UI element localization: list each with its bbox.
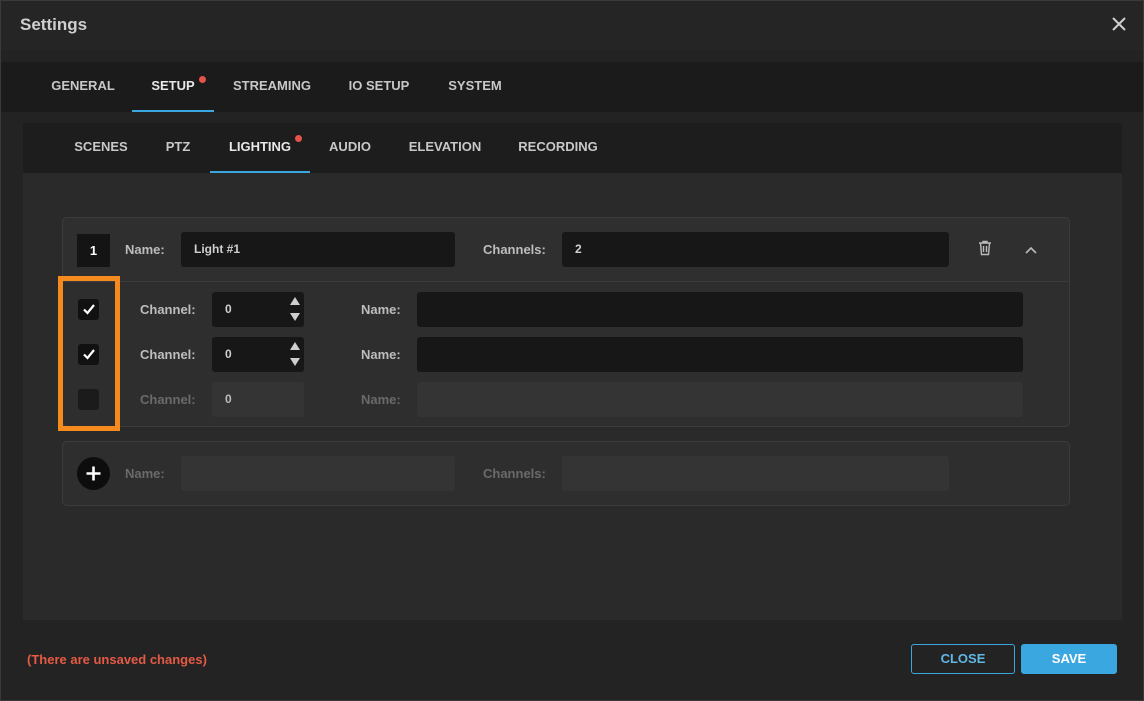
channel-name-label: Name: — [361, 302, 401, 317]
channels-input[interactable]: 2 — [562, 232, 949, 267]
tab-lighting[interactable]: LIGHTING — [210, 123, 310, 173]
tab-label: LIGHTING — [228, 139, 292, 154]
channel-3-number-input[interactable]: 0 — [212, 382, 304, 417]
tab-label: SETUP — [151, 78, 195, 93]
tab-system[interactable]: SYSTEM — [435, 62, 515, 112]
channel-value: 0 — [225, 347, 232, 361]
channel-3-checkbox[interactable] — [78, 389, 99, 410]
channel-3-name-input[interactable] — [417, 382, 1023, 417]
close-button[interactable]: CLOSE — [911, 644, 1015, 674]
tab-ptz[interactable]: PTZ — [156, 123, 200, 173]
channel-1-name-input[interactable] — [417, 292, 1023, 327]
close-icon[interactable] — [1109, 13, 1129, 35]
tab-setup[interactable]: SETUP — [132, 62, 214, 112]
tab-label: SYSTEM — [448, 78, 502, 93]
checkmark-icon — [83, 349, 95, 360]
tab-streaming[interactable]: STREAMING — [221, 62, 323, 112]
channel-2-number-input[interactable]: 0 — [212, 337, 304, 372]
tab-label: ELEVATION — [408, 139, 482, 154]
notification-dot — [199, 76, 206, 83]
tab-recording[interactable]: RECORDING — [509, 123, 607, 173]
tab-label: PTZ — [165, 139, 191, 154]
new-light-card: Name: Channels: — [62, 441, 1070, 506]
new-light-name-input[interactable] — [181, 456, 455, 491]
settings-dialog: Settings GENERAL SETUP STREAMING IO SETU… — [0, 0, 1144, 701]
tab-label: AUDIO — [329, 139, 371, 154]
channel-1-checkbox[interactable] — [78, 299, 99, 320]
channel-1-number-input[interactable]: 0 — [212, 292, 304, 327]
channel-label: Channel: — [140, 392, 196, 407]
main-tab-bar: GENERAL SETUP STREAMING IO SETUP SYSTEM — [1, 62, 1143, 112]
channel-value: 0 — [225, 302, 232, 316]
tab-io-setup[interactable]: IO SETUP — [337, 62, 421, 112]
light-card-header: 1 Name: Light #1 Channels: 2 — [63, 218, 1069, 282]
light-card: 1 Name: Light #1 Channels: 2 Channel: 0 — [62, 217, 1070, 427]
checkmark-icon — [83, 304, 95, 315]
stepper-arrows-icon[interactable] — [289, 339, 301, 369]
add-light-button[interactable] — [77, 457, 110, 490]
sub-tab-bar: SCENES PTZ LIGHTING AUDIO ELEVATION RECO… — [23, 123, 1122, 173]
channels-label: Channels: — [483, 242, 546, 257]
name-label: Name: — [125, 466, 165, 481]
light-name-input[interactable]: Light #1 — [181, 232, 455, 267]
channel-label: Channel: — [140, 302, 196, 317]
lighting-panel: SCENES PTZ LIGHTING AUDIO ELEVATION RECO… — [23, 123, 1122, 620]
tab-label: RECORDING — [518, 139, 598, 154]
tab-elevation[interactable]: ELEVATION — [399, 123, 491, 173]
channel-label: Channel: — [140, 347, 196, 362]
channel-2-checkbox[interactable] — [78, 344, 99, 365]
dialog-title: Settings — [20, 15, 88, 34]
tab-label: STREAMING — [233, 78, 311, 93]
chevron-up-icon[interactable] — [1024, 242, 1038, 254]
trash-icon[interactable] — [978, 240, 992, 256]
tab-label: SCENES — [74, 139, 128, 154]
title-bar: Settings — [1, 1, 1143, 50]
notification-dot — [295, 135, 302, 142]
tab-audio[interactable]: AUDIO — [319, 123, 381, 173]
save-button[interactable]: SAVE — [1021, 644, 1117, 674]
name-label: Name: — [125, 242, 165, 257]
channel-name-label: Name: — [361, 392, 401, 407]
channel-2-name-input[interactable] — [417, 337, 1023, 372]
stepper-arrows-icon[interactable] — [289, 294, 301, 324]
channel-name-label: Name: — [361, 347, 401, 362]
light-number-badge: 1 — [77, 234, 110, 267]
plus-icon — [86, 466, 101, 481]
unsaved-changes-message: (There are unsaved changes) — [27, 652, 207, 667]
tab-label: IO SETUP — [348, 78, 410, 93]
channels-label: Channels: — [483, 466, 546, 481]
tab-general[interactable]: GENERAL — [41, 62, 125, 112]
tab-label: GENERAL — [51, 78, 115, 93]
new-light-channels-input[interactable] — [562, 456, 949, 491]
tab-scenes[interactable]: SCENES — [64, 123, 138, 173]
